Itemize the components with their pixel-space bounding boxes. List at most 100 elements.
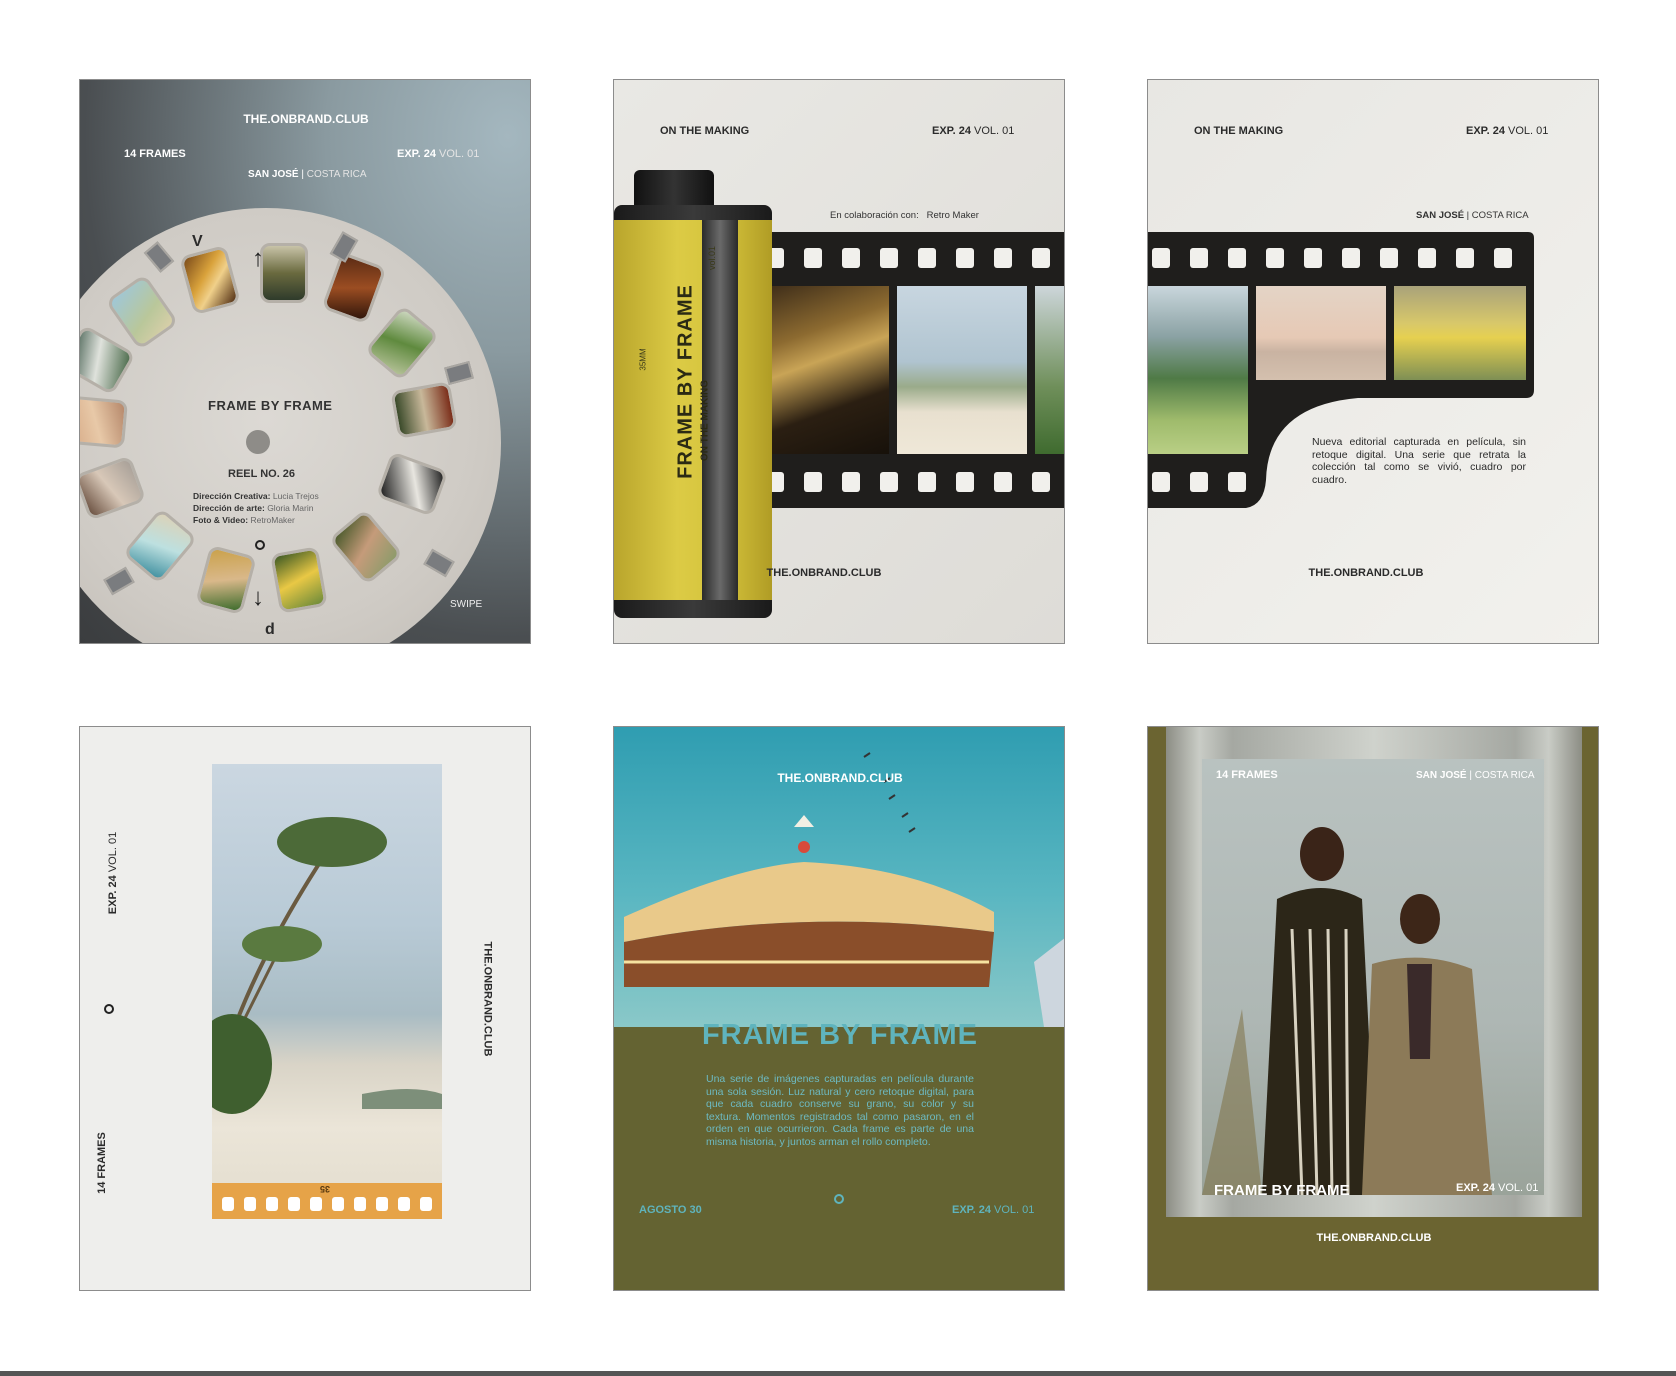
film-frame-sunset xyxy=(1256,286,1386,380)
reel-number: REEL NO. 26 xyxy=(228,468,296,480)
frames-count: 14 FRAMES xyxy=(1216,769,1278,781)
reel-photo-flowers xyxy=(270,546,328,614)
sprocket-hole xyxy=(1342,248,1360,268)
exp-vol-label: EXP. 24 VOL. 01 xyxy=(952,1204,1035,1216)
sprocket-hole xyxy=(1266,248,1284,268)
reel-photo-couple xyxy=(260,243,308,303)
sprocket-hole xyxy=(842,472,860,492)
reel-title: FRAME BY FRAME xyxy=(208,398,333,413)
sprocket-hole xyxy=(1304,248,1322,268)
portrait-photo xyxy=(1202,759,1544,1195)
portrait-card[interactable]: 14 FRAMES SAN JOSÉ | COSTA RICA FRAME BY… xyxy=(1147,726,1599,1291)
canister-title: FRAME BY FRAME xyxy=(674,284,697,479)
date-label: AGOSTO 30 xyxy=(639,1204,702,1216)
sprocket-hole xyxy=(804,248,822,268)
collab-label: En colaboración con: Retro Maker xyxy=(830,210,979,221)
film-strip-card[interactable]: ON THE MAKING EXP. 24 VOL. 01 SAN JOSÉ |… xyxy=(1147,79,1599,644)
frames-vertical: 14 FRAMES xyxy=(95,1132,108,1194)
exp-vol-vertical: EXP. 24 VOL. 01 xyxy=(107,831,120,915)
canister-spool xyxy=(634,170,714,210)
canister-base xyxy=(614,600,772,618)
location-label: SAN JOSÉ | COSTA RICA xyxy=(1416,770,1535,781)
brand-label: THE.ONBRAND.CLUB xyxy=(1316,1232,1432,1244)
sprocket-hole xyxy=(1494,248,1512,268)
sprocket-hole xyxy=(880,248,898,268)
sprocket-hole xyxy=(1190,472,1208,492)
carousel-card[interactable]: THE.ONBRAND.CLUB FRAME BY FRAME Una seri… xyxy=(613,726,1065,1291)
circle-icon xyxy=(834,1194,844,1204)
sprocket-hole xyxy=(1228,472,1246,492)
sprocket-hole xyxy=(354,1197,366,1211)
circle-icon xyxy=(255,540,265,550)
brand-label: THE.ONBRAND.CLUB xyxy=(243,112,369,126)
sprocket-hole xyxy=(310,1197,322,1211)
sprocket-hole xyxy=(842,248,860,268)
sprocket-hole xyxy=(994,248,1012,268)
palm-trees-illustration xyxy=(212,817,442,1114)
sprocket-hole xyxy=(376,1197,388,1211)
canister-vol: vol.01 xyxy=(707,245,718,271)
sprocket-hole xyxy=(1380,248,1398,268)
film-frame-mountain xyxy=(1148,286,1248,454)
reel-hub xyxy=(246,430,270,454)
sprocket-hole xyxy=(1152,472,1170,492)
country-label: COSTA RICA xyxy=(306,169,367,180)
reel-photo-window xyxy=(390,381,458,439)
credit-art: Dirección de arte: Gloria Marin xyxy=(193,503,314,513)
sprocket-hole xyxy=(288,1197,300,1211)
reel-photo-skin xyxy=(80,395,128,449)
sprocket-hole xyxy=(420,1197,432,1211)
beach-photo-card[interactable]: EXP. 24 VOL. 01 14 FRAMES THE.ONBRAND.CL… xyxy=(79,726,531,1291)
canister-mm: 35MM xyxy=(638,348,648,371)
sprocket-hole xyxy=(1152,248,1170,268)
credit-creative: Dirección Creativa: Lucia Trejos xyxy=(193,491,319,501)
sprocket-hole xyxy=(332,1197,344,1211)
brand-label: THE.ONBRAND.CLUB xyxy=(766,567,882,579)
film-frame-partial xyxy=(1035,286,1064,454)
brand-label: THE.ONBRAND.CLUB xyxy=(777,771,903,785)
reel-v-marker: V xyxy=(192,233,203,250)
arrow-up-icon: ↑ xyxy=(252,245,264,272)
sprocket-hole xyxy=(994,472,1012,492)
brand-vertical: THE.ONBRAND.CLUB xyxy=(481,941,494,1057)
film-canister-card[interactable]: ON THE MAKING EXP. 24 VOL. 01 En colabor… xyxy=(613,79,1065,644)
exp-vol-label: EXP. 24 VOL. 01 xyxy=(397,148,479,160)
film-frame-meadow xyxy=(1394,286,1526,380)
reel-d-marker: d xyxy=(265,621,275,638)
portrait-title: FRAME BY FRAME xyxy=(1214,1182,1350,1199)
sprocket-hole xyxy=(244,1197,256,1211)
credit-photo: Foto & Video: RetroMaker xyxy=(193,515,295,525)
canister-subtitle: ON THE MAKING xyxy=(699,379,711,462)
sprocket-hole xyxy=(1032,472,1050,492)
making-label: ON THE MAKING xyxy=(660,125,750,137)
sprocket-hole xyxy=(1228,248,1246,268)
bottom-divider xyxy=(0,1371,1676,1376)
exp-vol-label: EXP. 24 VOL. 01 xyxy=(932,125,1015,137)
edge-code: 35 xyxy=(320,1184,331,1194)
film-frame-window xyxy=(759,286,889,454)
brand-label: THE.ONBRAND.CLUB xyxy=(1308,567,1424,579)
sprocket-hole xyxy=(1190,248,1208,268)
swipe-label: SWIPE xyxy=(450,599,483,610)
carousel-title: FRAME BY FRAME xyxy=(701,1019,979,1051)
vol-label: VOL. 01 xyxy=(439,148,480,160)
sprocket-hole xyxy=(880,472,898,492)
sprocket-hole xyxy=(222,1197,234,1211)
people-illustration xyxy=(1202,827,1492,1195)
reel-card[interactable]: THE.ONBRAND.CLUB 14 FRAMES EXP. 24 VOL. … xyxy=(79,79,531,644)
sprocket-hole xyxy=(918,472,936,492)
sprocket-hole xyxy=(266,1197,278,1211)
sprocket-hole xyxy=(1032,248,1050,268)
circle-icon xyxy=(104,1004,114,1014)
sprocket-hole xyxy=(956,248,974,268)
exp-label: EXP. 24 xyxy=(397,148,436,160)
location-label: SAN JOSÉ | COSTA RICA xyxy=(248,169,367,180)
sprocket-hole xyxy=(1418,248,1436,268)
film-frame-beach xyxy=(897,286,1027,454)
sprocket-hole xyxy=(804,472,822,492)
sprocket-hole xyxy=(398,1197,410,1211)
sprocket-hole xyxy=(1456,248,1474,268)
description-text: Una serie de imágenes capturadas en pelí… xyxy=(706,1073,974,1148)
city-label: SAN JOSÉ xyxy=(248,169,299,180)
frames-count: 14 FRAMES xyxy=(124,148,186,160)
